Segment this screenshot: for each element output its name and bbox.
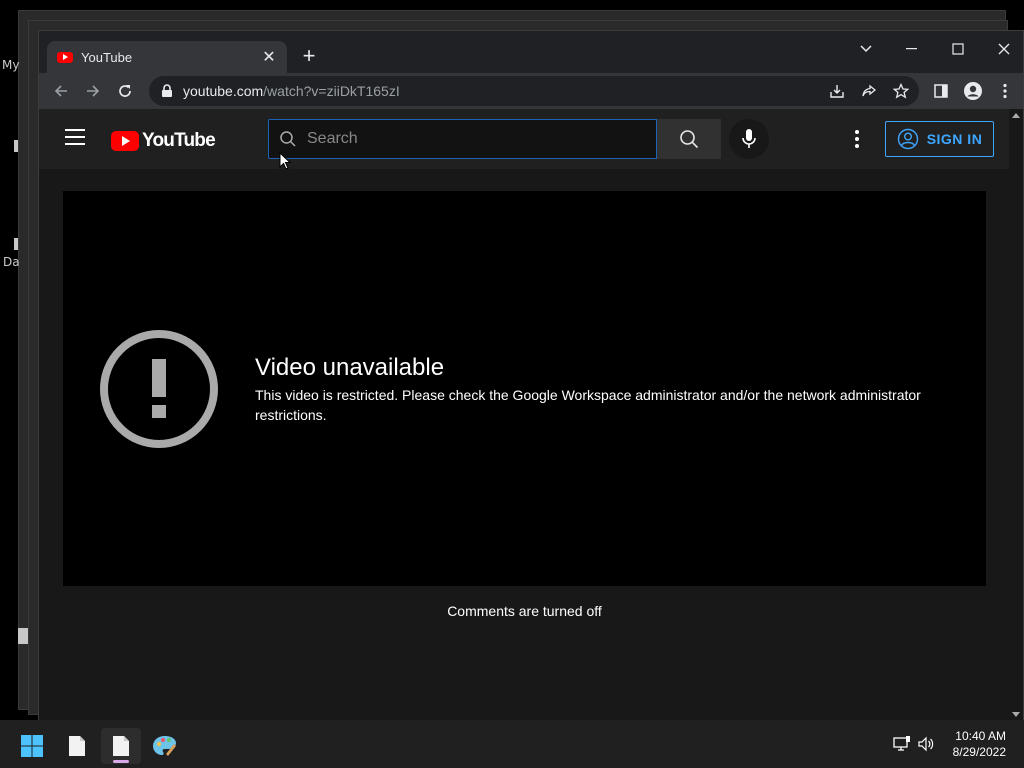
side-panel-icon [934, 84, 948, 98]
browser-menu-button[interactable] [993, 79, 1017, 103]
tab-strip: YouTube ✕ + [39, 31, 1023, 73]
document-icon [69, 736, 85, 756]
chevron-down-icon [860, 45, 872, 53]
address-bar[interactable]: youtube.com/watch?v=ziiDkT165zI [149, 76, 919, 106]
reload-icon [119, 85, 131, 97]
desktop-icon-label[interactable]: My [2, 58, 19, 72]
search-icon [680, 130, 699, 149]
start-button[interactable] [12, 728, 52, 764]
side-panel-button[interactable] [929, 79, 953, 103]
bookmark-star-icon[interactable] [893, 83, 909, 99]
hamburger-menu-icon[interactable] [65, 129, 85, 145]
maximize-button[interactable] [935, 35, 981, 63]
url-path: /watch?v=ziiDkT165zI [263, 83, 400, 99]
search-box[interactable] [268, 119, 657, 159]
system-clock[interactable]: 10:40 AM 8/29/2022 [953, 728, 1006, 760]
tab-search-button[interactable] [843, 35, 889, 63]
settings-menu-button[interactable] [847, 127, 867, 151]
sign-in-button[interactable]: SIGN IN [885, 121, 994, 157]
share-icon[interactable] [861, 83, 877, 99]
document-icon [113, 736, 129, 756]
youtube-logo-text: YouTube [142, 130, 216, 151]
error-message: This video is restricted. Please check t… [255, 387, 921, 423]
taskbar-file-app[interactable] [57, 728, 97, 764]
video-player[interactable]: Video unavailable This video is restrict… [63, 191, 986, 586]
browser-toolbar: youtube.com/watch?v=ziiDkT165zI [39, 73, 1023, 109]
scroll-down-icon[interactable] [1012, 712, 1020, 717]
youtube-page: YouTube SIGN IN Vid [39, 109, 1023, 721]
youtube-logo[interactable]: YouTube [111, 130, 216, 152]
sign-in-label: SIGN IN [926, 131, 983, 147]
arrow-right-icon [87, 85, 100, 97]
desktop-icon-label[interactable]: Da [3, 255, 20, 269]
search-input[interactable] [307, 130, 637, 148]
network-icon[interactable] [892, 734, 912, 754]
back-button[interactable] [49, 79, 73, 103]
youtube-favicon-icon [57, 51, 73, 63]
tab-title: YouTube [81, 49, 133, 65]
scroll-up-icon[interactable] [1012, 113, 1020, 118]
new-tab-button[interactable]: + [297, 44, 321, 68]
voice-search-button[interactable] [729, 119, 769, 159]
alert-circle-icon [100, 330, 218, 448]
search-button[interactable] [657, 119, 721, 159]
taskbar-paint-app[interactable] [145, 728, 185, 764]
paint-palette-icon [153, 736, 176, 756]
youtube-play-icon [111, 131, 139, 151]
install-app-icon[interactable] [829, 83, 845, 99]
clock-time: 10:40 AM [955, 729, 1006, 743]
windows-logo-icon [21, 735, 43, 757]
page-scrollbar[interactable] [1009, 109, 1023, 721]
profile-icon [964, 82, 982, 100]
close-window-button[interactable] [981, 35, 1024, 63]
kebab-menu-icon [1003, 83, 1007, 99]
active-app-indicator [113, 760, 129, 763]
clock-date: 8/29/2022 [952, 745, 1006, 759]
microphone-icon [742, 129, 756, 148]
minimize-button[interactable] [889, 35, 935, 63]
desktop-icon[interactable] [18, 628, 28, 644]
tab-close-icon[interactable]: ✕ [261, 47, 277, 67]
comments-status: Comments are turned off [447, 603, 602, 619]
url-host: youtube.com [183, 83, 264, 99]
taskbar-file-app-active[interactable] [101, 728, 141, 764]
browser-window: YouTube ✕ + youtube.com/watch?v=ziiDkT16 [38, 30, 1024, 721]
volume-icon[interactable] [916, 734, 936, 754]
reload-button[interactable] [113, 79, 137, 103]
search-icon [280, 131, 296, 147]
desktop-icon[interactable] [14, 140, 18, 152]
arrow-left-icon [54, 85, 67, 97]
profile-button[interactable] [961, 79, 985, 103]
close-icon [998, 43, 1010, 55]
taskbar: 10:40 AM 8/29/2022 [0, 720, 1024, 768]
account-circle-icon [897, 128, 918, 150]
youtube-header: YouTube SIGN IN [39, 109, 1023, 169]
maximize-icon [952, 43, 964, 55]
tab-youtube[interactable]: YouTube ✕ [47, 41, 287, 73]
minimize-icon [906, 48, 917, 50]
forward-button[interactable] [81, 79, 105, 103]
error-title: Video unavailable [255, 354, 445, 381]
lock-icon[interactable] [161, 84, 173, 98]
mouse-cursor-icon [279, 152, 291, 170]
desktop-icon[interactable] [14, 238, 18, 250]
